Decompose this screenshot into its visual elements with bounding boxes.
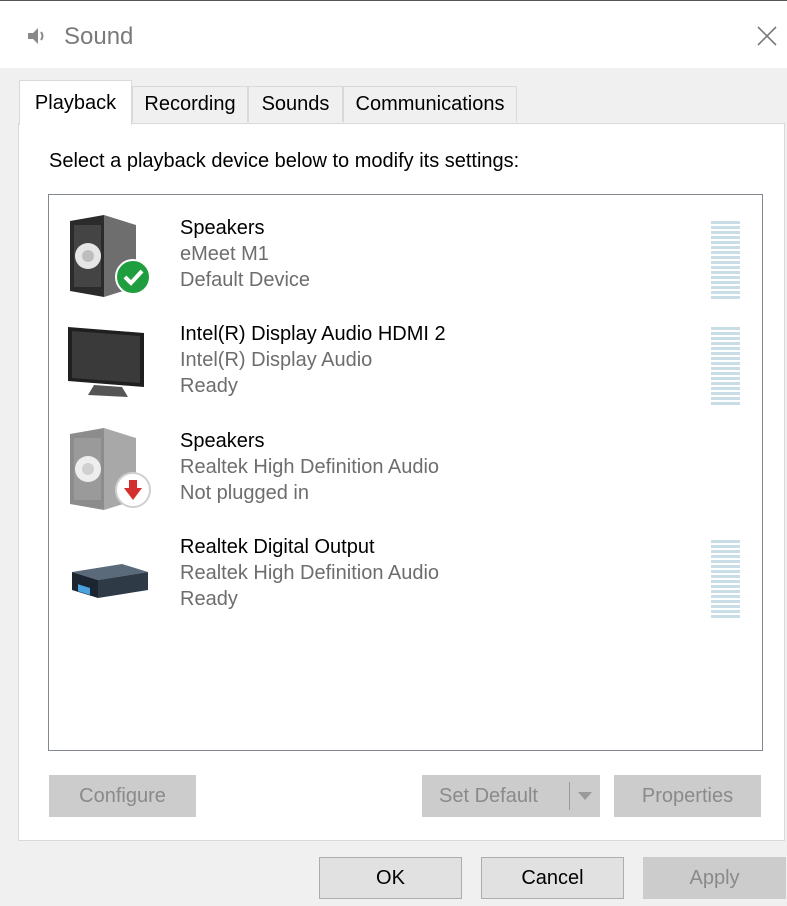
device-item-intel-hdmi[interactable]: Intel(R) Display Audio HDMI 2 Intel(R) D… [49,309,762,415]
split-divider [569,782,570,810]
device-list[interactable]: Speakers eMeet M1 Default Device Intel(R… [48,194,763,751]
digital-output-icon [72,564,148,598]
configure-label: Configure [79,784,166,807]
tab-communications[interactable]: Communications [343,86,517,122]
device-status: Ready [180,375,238,397]
cancel-button[interactable]: Cancel [481,857,624,899]
speaker-default-icon [70,215,151,297]
close-button[interactable] [748,17,786,55]
volume-meter [711,327,740,405]
speaker-icon [28,28,44,44]
device-status: Ready [180,588,238,610]
apply-label: Apply [689,866,740,889]
tab-recording[interactable]: Recording [132,86,248,122]
set-default-button[interactable]: Set Default [422,775,600,817]
tab-strip: Playback Recording Sounds Communications [0,68,787,125]
device-item-speakers-realtek[interactable]: Speakers Realtek High Definition Audio N… [49,416,762,522]
title-bar[interactable]: Sound [0,0,787,68]
device-name: Realtek Digital Output [180,536,375,558]
set-default-label: Set Default [439,784,538,807]
sound-dialog: Sound Playback Recording Sounds Communic… [0,0,787,906]
volume-meter [711,221,740,299]
ok-button[interactable]: OK [319,857,462,899]
device-status: Not plugged in [180,482,309,504]
device-name: Intel(R) Display Audio HDMI 2 [180,323,446,345]
ok-label: OK [376,866,405,889]
device-driver: Intel(R) Display Audio [180,349,373,371]
dialog-footer: OK Cancel Apply [0,841,787,906]
device-status: Default Device [180,269,311,291]
monitor-icon [68,327,144,397]
instruction-text: Select a playback device below to modify… [49,150,520,172]
device-driver: Realtek High Definition Audio [180,562,440,584]
device-item-realtek-digital[interactable]: Realtek Digital Output Realtek High Defi… [49,522,762,628]
cancel-label: Cancel [521,866,584,889]
configure-button[interactable]: Configure [49,775,196,817]
chevron-down-icon[interactable] [577,790,593,802]
apply-button[interactable]: Apply [643,857,786,899]
volume-meter [711,540,740,618]
properties-button[interactable]: Properties [614,775,761,817]
device-driver: Realtek High Definition Audio [180,456,440,478]
device-driver: eMeet M1 [180,243,269,265]
device-name: Speakers [180,430,265,452]
device-name: Speakers [180,217,265,239]
tab-sounds[interactable]: Sounds [248,86,343,122]
close-icon [757,26,777,46]
device-item-speakers-emeet[interactable]: Speakers eMeet M1 Default Device [49,203,762,309]
speaker-unplugged-icon [70,428,151,510]
properties-label: Properties [641,784,734,807]
tab-playback[interactable]: Playback [19,80,132,125]
window-title: Sound [64,23,134,50]
